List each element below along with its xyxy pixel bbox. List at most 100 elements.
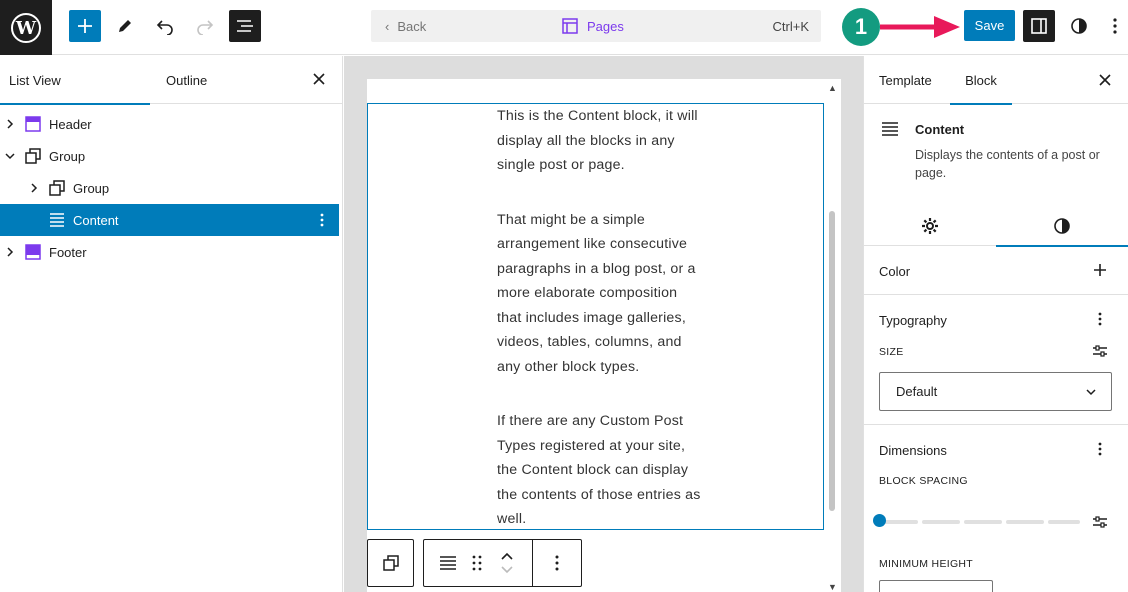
document-overview-button[interactable] [229,10,261,42]
dimensions-panel-title: Dimensions [879,443,947,458]
color-panel: Color [864,246,1128,295]
block-controls-group [423,539,582,587]
slider-thumb[interactable] [873,514,886,527]
post-content-icon [48,211,66,229]
keyboard-shortcut: Ctrl+K [772,18,809,34]
block-type-button[interactable] [430,540,466,586]
chevron-left-icon: ‹ [385,18,390,34]
slider-step [1048,520,1080,524]
tab-block[interactable]: Block [950,56,1012,105]
canvas-scrollbar[interactable]: ▲ ▼ [826,83,838,592]
redo-button[interactable] [189,10,221,42]
post-content-icon [440,556,456,570]
sidebar-icon [1031,18,1047,34]
typography-options-button[interactable] [1092,311,1108,327]
tree-item-label: Footer [49,244,87,260]
add-color-button[interactable] [1092,262,1108,278]
close-list-view-button[interactable] [309,69,329,89]
tab-list-view[interactable]: List View [0,56,150,105]
close-settings-button[interactable] [1095,70,1115,90]
tree-item-footer[interactable]: Footer [0,236,343,268]
chevron-right-icon[interactable] [28,182,40,194]
styles-button[interactable] [1063,10,1095,42]
chevron-down-icon[interactable] [501,566,513,574]
scroll-up-icon[interactable]: ▲ [828,83,837,93]
sidebar-tabs: Template Block [864,56,1128,105]
paragraph[interactable]: That might be a simple arrangement like … [497,208,702,380]
wordpress-icon: W [11,12,41,43]
more-vertical-icon [555,555,559,571]
move-buttons[interactable] [492,540,522,586]
dimensions-options-button[interactable] [1092,441,1108,457]
settings-sliders-icon [1093,345,1107,357]
tree-item-content[interactable]: Content [0,204,339,236]
block-card-title: Content [915,122,965,137]
canvas-page: This is the Content block, it will displ… [367,79,841,592]
post-content-icon [882,122,898,136]
size-label: SIZE [879,346,904,358]
tab-block-styles[interactable] [996,206,1128,247]
tab-template[interactable]: Template [879,56,932,104]
list-view-tabs: List View Outline [0,56,342,105]
tree-item-label: Group [73,180,110,196]
block-tree: Header Group Group Content Footer [0,108,343,268]
block-inserter-button[interactable] [69,10,101,42]
command-center-title[interactable]: Pages [561,10,624,42]
tree-item-group[interactable]: Group [0,140,343,172]
contrast-icon [1071,18,1087,34]
dimensions-panel: Dimensions BLOCK SPACING MINIMUM HEIGHT [864,425,1128,592]
tab-outline[interactable]: Outline [166,56,207,104]
settings-toggle-button[interactable] [1023,10,1055,42]
wordpress-logo[interactable]: W [0,0,52,55]
save-button[interactable]: Save [964,10,1015,41]
custom-size-button[interactable] [1092,343,1108,359]
plus-icon [78,19,92,33]
arrow-annotation-icon [880,16,960,38]
drag-handle[interactable] [466,540,488,586]
svg-text:W: W [15,18,37,39]
back-label: Back [397,18,427,34]
tree-item-group-nested[interactable]: Group [0,172,343,204]
command-palette-bar[interactable]: ‹ Back Pages Ctrl+K [371,10,821,42]
undo-button[interactable] [149,10,181,42]
slider-step [964,520,1002,524]
scroll-thumb[interactable] [829,211,835,511]
content-block[interactable]: This is the Content block, it will displ… [367,103,824,530]
custom-spacing-button[interactable] [1092,514,1108,530]
options-menu-button[interactable] [1103,10,1127,42]
block-spacing-slider[interactable] [880,520,1080,524]
more-vertical-icon [1113,18,1117,34]
tree-item-label: Content [73,212,119,228]
chevron-down-icon [1086,389,1096,396]
editor-canvas: This is the Content block, it will displ… [344,56,863,592]
chevron-down-icon[interactable] [4,150,16,162]
more-vertical-icon[interactable] [316,212,328,228]
minimum-height-input[interactable] [879,580,993,592]
scroll-down-icon[interactable]: ▼ [828,582,837,592]
gear-icon [922,218,938,234]
paragraph[interactable]: If there are any Custom Post Types regis… [497,409,702,532]
more-vertical-icon [1098,312,1102,326]
tools-button[interactable] [109,10,141,42]
tab-block-settings[interactable] [864,206,996,246]
back-link[interactable]: ‹ Back [385,10,426,42]
pages-icon [562,18,578,34]
chevron-up-icon[interactable] [501,552,513,560]
paragraph[interactable]: This is the Content block, it will displ… [497,104,702,178]
color-panel-title: Color [879,264,911,279]
list-view-panel: List View Outline Header Group Group Con… [0,56,343,592]
block-options-button[interactable] [533,540,581,586]
step-badge: 1 [842,8,880,46]
select-parent-button[interactable] [367,539,414,587]
font-size-select[interactable]: Default [879,372,1112,411]
chevron-right-icon[interactable] [4,118,16,130]
pencil-icon [119,20,131,32]
block-card: Content Displays the contents of a post … [864,105,1128,247]
editor-header: W ‹ Back Pages Ctrl+K 1 Save [0,0,1128,55]
block-card-description: Displays the contents of a post or page. [915,148,1100,180]
chevron-right-icon[interactable] [4,246,16,258]
tree-item-header[interactable]: Header [0,108,343,140]
content-block-text: This is the Content block, it will displ… [497,104,702,562]
group-icon [48,179,66,197]
template-part-header-icon [24,115,42,133]
